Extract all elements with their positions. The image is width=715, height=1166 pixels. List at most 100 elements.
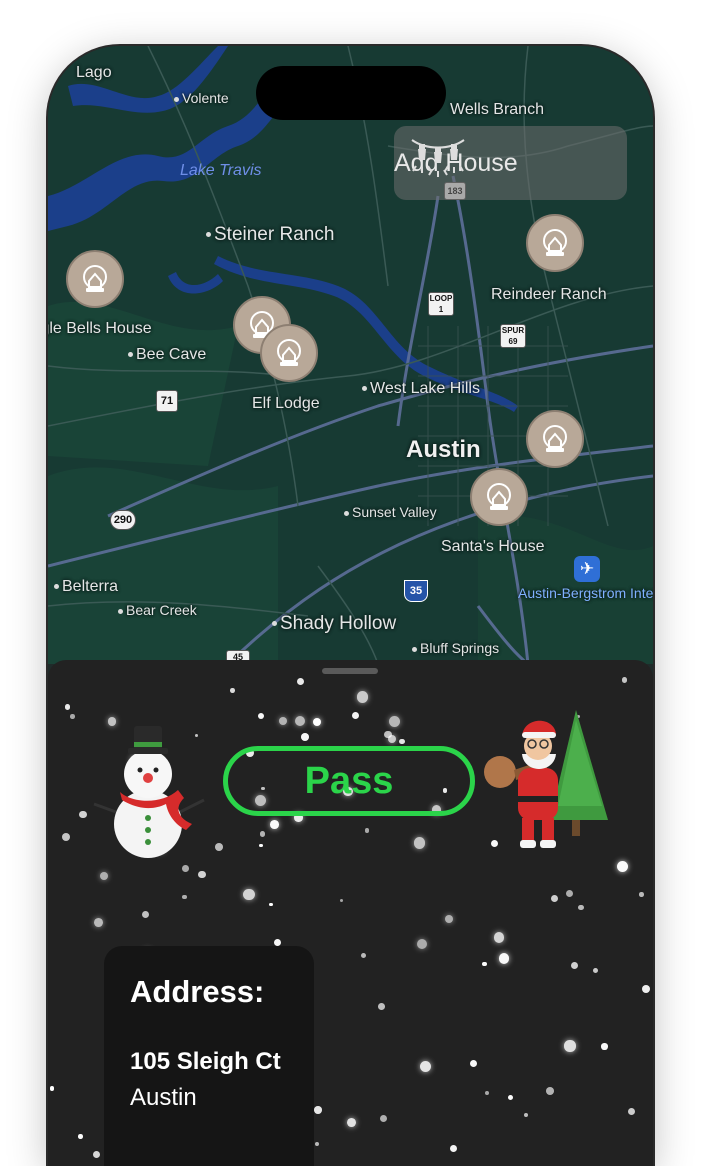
snow-globe-icon xyxy=(277,339,301,366)
shield-us290: 290 xyxy=(110,510,136,530)
map-label-bluff-springs: Bluff Springs xyxy=(412,640,499,656)
snowflake xyxy=(230,688,236,694)
snow-globe-icon xyxy=(543,229,567,256)
snowflake xyxy=(523,1113,529,1118)
snowflake xyxy=(419,1061,431,1073)
map-view[interactable]: Lago Volente Wells Branch Lake Travis St… xyxy=(48,46,653,664)
snowflake xyxy=(78,1134,83,1139)
map-label-bear-creek: Bear Creek xyxy=(118,602,197,618)
snowflake xyxy=(551,894,558,902)
snowflake xyxy=(93,918,103,928)
snowflake xyxy=(99,871,109,881)
snowflake xyxy=(198,870,206,879)
snowflake xyxy=(469,1059,478,1068)
snowflake xyxy=(182,894,187,899)
shield-i35: 35 xyxy=(404,580,428,602)
map-label-wells-branch: Wells Branch xyxy=(450,101,544,118)
pass-button[interactable]: Pass xyxy=(223,746,475,816)
snowflake xyxy=(300,732,309,741)
map-label-santas-house: Santa's House xyxy=(441,538,545,555)
map-label-bee-cave: Bee Cave xyxy=(128,346,206,364)
map-label-west-lake-hills: West Lake Hills xyxy=(362,380,480,398)
add-house-button[interactable]: Add House xyxy=(394,126,627,200)
snowflake xyxy=(482,962,487,967)
house-pin[interactable] xyxy=(526,410,584,468)
map-label-shady-hollow: Shady Hollow xyxy=(272,613,396,635)
snowflake xyxy=(141,910,150,918)
snowflake xyxy=(378,1003,385,1010)
map-label-austin: Austin xyxy=(406,436,481,463)
snowflake xyxy=(295,716,306,727)
address-heading: Address: xyxy=(130,974,265,1009)
snowflake xyxy=(399,738,405,745)
snowflake xyxy=(79,810,87,819)
snowflake xyxy=(93,1150,101,1158)
snowflake xyxy=(628,1108,636,1116)
snowflake xyxy=(347,1118,357,1128)
house-pin[interactable] xyxy=(526,214,584,272)
house-pin[interactable] xyxy=(470,468,528,526)
snowflake xyxy=(498,953,510,964)
map-label-steiner-ranch: Steiner Ranch xyxy=(206,224,334,246)
map-label-reindeer-ranch: Reindeer Ranch xyxy=(491,286,607,303)
snowflake xyxy=(616,861,628,873)
snowflake xyxy=(269,902,273,907)
snow-globe-icon xyxy=(543,425,567,452)
snowflake xyxy=(413,837,426,850)
snowflake xyxy=(181,865,189,872)
snowflake xyxy=(314,1106,322,1114)
shield-spur69: SPUR 69 xyxy=(500,324,526,348)
address-city: Austin xyxy=(130,1084,197,1111)
map-label-belterra: Belterra xyxy=(54,578,118,596)
map-label-elf-lodge: Elf Lodge xyxy=(252,395,320,412)
snowflake xyxy=(278,716,288,726)
snowflake xyxy=(296,678,305,686)
snowflake xyxy=(259,843,263,848)
map-label-lago: Lago xyxy=(76,64,112,81)
snowflake xyxy=(340,898,344,902)
snowflake xyxy=(564,1040,576,1052)
sheet-grabber[interactable] xyxy=(322,668,378,674)
address-card: Address: 105 Sleigh Ct Austin xyxy=(104,946,314,1166)
snowflake xyxy=(259,831,266,837)
map-label-volente: Volente xyxy=(174,90,229,106)
snowflake xyxy=(356,691,369,703)
snowflake xyxy=(571,961,579,969)
bottom-sheet: Pass Address: 105 Sleigh Ct Austin xyxy=(48,660,653,1166)
snowman-icon xyxy=(93,726,205,858)
snowflake xyxy=(507,1094,514,1101)
map-label-lake-travis: Lake Travis xyxy=(180,162,262,179)
snowflake xyxy=(578,904,584,910)
map-label-sunset-valley: Sunset Valley xyxy=(344,504,437,520)
snowflake xyxy=(62,832,71,841)
snowflake xyxy=(621,677,628,683)
airplane-icon: ✈ xyxy=(574,556,600,582)
snowflake xyxy=(258,713,265,720)
shield-tx71: 71 xyxy=(156,390,178,412)
snowflake xyxy=(450,1144,458,1152)
map-label-jingle-bells-house: Jingle Bells House xyxy=(48,320,152,337)
snowflake xyxy=(49,1086,55,1091)
house-pin[interactable] xyxy=(66,250,124,308)
snowflake xyxy=(601,1043,608,1050)
snowflake xyxy=(364,828,370,834)
snowflake xyxy=(70,714,75,719)
snowflake xyxy=(493,932,505,943)
phone-frame: Lago Volente Wells Branch Lake Travis St… xyxy=(48,46,653,1166)
snowflake xyxy=(215,843,224,851)
snowflake xyxy=(485,1091,490,1096)
snowflake xyxy=(639,892,644,897)
house-pin[interactable] xyxy=(260,324,318,382)
snow-globe-icon xyxy=(83,265,107,292)
snowflake xyxy=(314,1142,319,1147)
snow-globe-icon xyxy=(487,483,511,510)
address-street: 105 Sleigh Ct xyxy=(130,1048,281,1075)
snowflake xyxy=(64,703,71,710)
snowflake xyxy=(416,938,427,950)
snowflake xyxy=(270,820,280,830)
snowflake xyxy=(546,1087,555,1095)
snowflake xyxy=(641,985,650,994)
shield-loop1: LOOP 1 xyxy=(428,292,454,316)
map-label-airport: Austin-Bergstrom International Airport (… xyxy=(518,585,653,601)
snowflake xyxy=(388,734,397,743)
